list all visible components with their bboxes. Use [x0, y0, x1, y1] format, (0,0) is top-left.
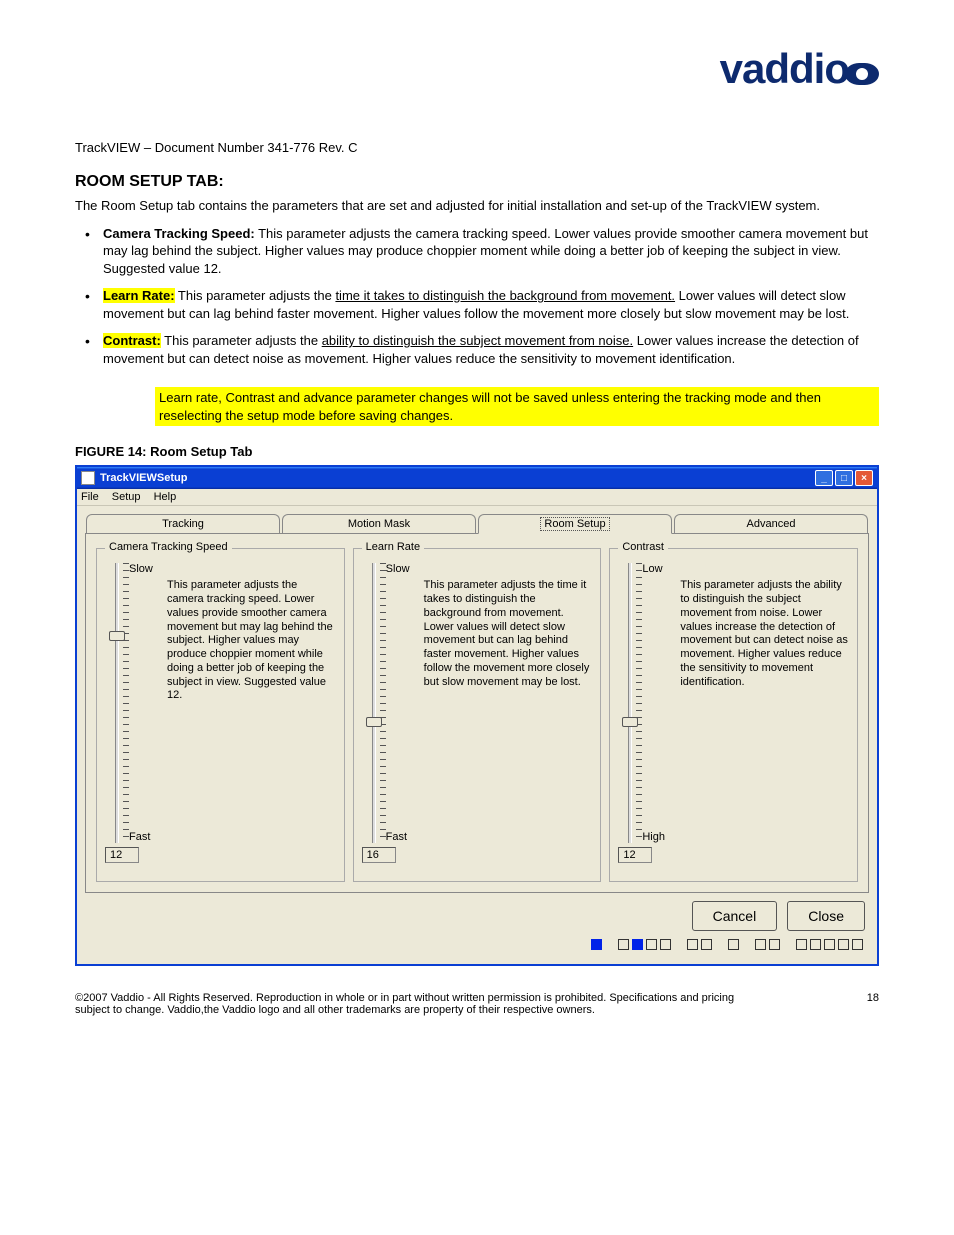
slider-description: This parameter adjusts the ability to di…	[680, 579, 849, 873]
logo-eye-icon	[845, 63, 879, 85]
slider-thumb[interactable]	[622, 717, 638, 727]
status-led	[591, 939, 602, 950]
slider-camera-tracking-speed[interactable]	[109, 563, 129, 843]
menu-file[interactable]: File	[81, 491, 99, 503]
slider-thumb[interactable]	[109, 631, 125, 641]
slider-top-label: Slow	[386, 563, 416, 575]
bullet-list: Camera Tracking Speed: This parameter ad…	[75, 225, 879, 368]
status-led	[852, 939, 863, 950]
window-icon	[81, 471, 95, 485]
titlebar[interactable]: TrackVIEWSetup _ □ ×	[77, 467, 877, 489]
page-number: 18	[867, 992, 879, 1016]
bullet-text-a: This parameter adjusts the	[161, 333, 322, 348]
bullet-text-b: time it takes to distinguish the backgro…	[335, 288, 675, 303]
trackview-window: TrackVIEWSetup _ □ × File Setup Help Tra…	[75, 465, 879, 966]
status-led	[660, 939, 671, 950]
window-title: TrackVIEWSetup	[100, 472, 815, 484]
section-title: ROOM SETUP TAB:	[75, 173, 879, 191]
slider-description: This parameter adjusts the camera tracki…	[167, 579, 336, 873]
status-led	[796, 939, 807, 950]
bullet-label: Contrast:	[103, 333, 161, 348]
slider-bottom-label: Fast	[129, 831, 159, 843]
status-led	[769, 939, 780, 950]
slider-bottom-label: Fast	[386, 831, 416, 843]
group-contrast: Contrast Low High	[609, 548, 858, 882]
group-title: Camera Tracking Speed	[105, 541, 232, 553]
bullet-label: Camera Tracking Speed:	[103, 226, 255, 241]
menu-setup[interactable]: Setup	[112, 491, 141, 503]
figure-label: FIGURE 14: Room Setup Tab	[75, 444, 879, 459]
slider-thumb[interactable]	[366, 717, 382, 727]
status-led	[618, 939, 629, 950]
bullet-tracking-speed: Camera Tracking Speed: This parameter ad…	[75, 225, 879, 278]
brand-logo: vaddio	[720, 45, 879, 93]
group-title: Contrast	[618, 541, 668, 553]
close-button[interactable]: Close	[787, 901, 865, 931]
status-led	[687, 939, 698, 950]
slider-value-camera-tracking-speed[interactable]: 12	[105, 847, 139, 863]
menu-bar: File Setup Help	[77, 489, 877, 506]
footer-left: ©2007 Vaddio - All Rights Reserved. Repr…	[75, 992, 755, 1016]
status-led	[810, 939, 821, 950]
tab-body: Camera Tracking Speed Slow	[85, 533, 869, 893]
page-footer: ©2007 Vaddio - All Rights Reserved. Repr…	[75, 992, 879, 1016]
slider-description: This parameter adjusts the time it takes…	[424, 579, 593, 873]
slider-learn-rate[interactable]	[366, 563, 386, 843]
group-learn-rate: Learn Rate Slow F	[353, 548, 602, 882]
intro-paragraph: The Room Setup tab contains the paramete…	[75, 197, 879, 215]
group-title: Learn Rate	[362, 541, 424, 553]
status-led	[646, 939, 657, 950]
slider-top-label: Slow	[129, 563, 159, 575]
group-camera-tracking-speed: Camera Tracking Speed Slow	[96, 548, 345, 882]
bullet-text-b: ability to distinguish the subject movem…	[322, 333, 633, 348]
brand-text: vaddio	[720, 45, 849, 92]
tab-motion-mask[interactable]: Motion Mask	[282, 514, 476, 534]
bullet-label: Learn Rate:	[103, 288, 175, 303]
close-window-button[interactable]: ×	[855, 470, 873, 486]
doc-header: TrackVIEW – Document Number 341-776 Rev.…	[75, 140, 879, 155]
slider-top-label: Low	[642, 563, 672, 575]
status-led	[632, 939, 643, 950]
slider-value-contrast[interactable]: 12	[618, 847, 652, 863]
status-led	[701, 939, 712, 950]
status-led	[824, 939, 835, 950]
tab-tracking[interactable]: Tracking	[86, 514, 280, 534]
tab-bar: Tracking Motion Mask Room Setup Advanced	[85, 514, 869, 534]
bullet-learn-rate: Learn Rate: This parameter adjusts the t…	[75, 287, 879, 322]
slider-bottom-label: High	[642, 831, 672, 843]
tab-advanced[interactable]: Advanced	[674, 514, 868, 534]
maximize-button[interactable]: □	[835, 470, 853, 486]
slider-contrast[interactable]	[622, 563, 642, 843]
tab-label: Room Setup	[540, 517, 609, 531]
bullet-text-a: This parameter adjusts the	[175, 288, 336, 303]
status-led	[755, 939, 766, 950]
menu-help[interactable]: Help	[154, 491, 177, 503]
highlight-note: Learn rate, Contrast and advance paramet…	[155, 387, 879, 426]
bullet-contrast: Contrast: This parameter adjusts the abi…	[75, 332, 879, 367]
minimize-button[interactable]: _	[815, 470, 833, 486]
slider-value-learn-rate[interactable]: 16	[362, 847, 396, 863]
status-led	[838, 939, 849, 950]
status-led	[728, 939, 739, 950]
tab-room-setup[interactable]: Room Setup	[478, 514, 672, 534]
led-status-bar	[85, 939, 869, 956]
cancel-button[interactable]: Cancel	[692, 901, 778, 931]
